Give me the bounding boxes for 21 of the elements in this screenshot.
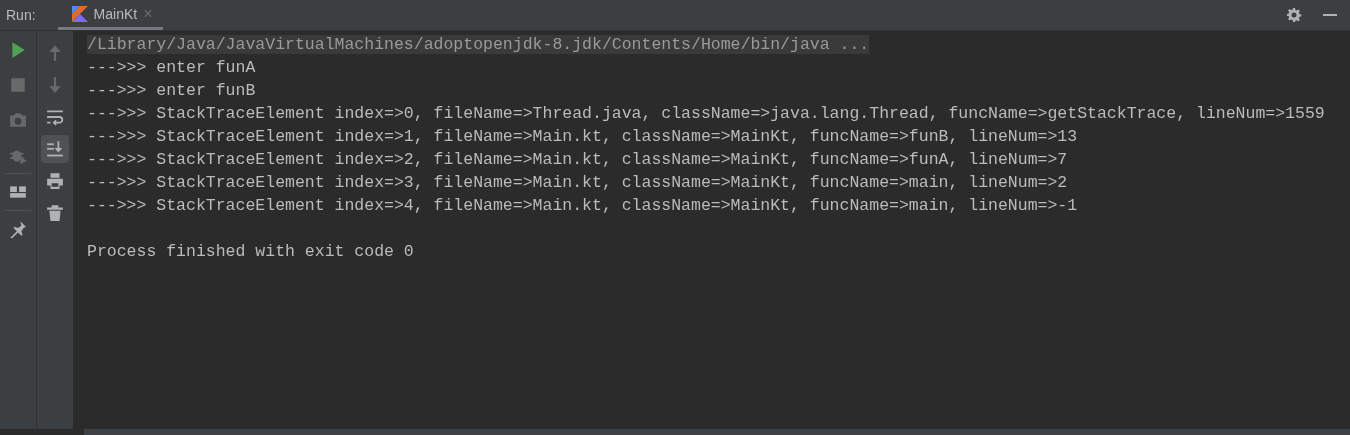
console-line: --->>> StackTraceElement index=>1, fileName=>Main.kt, className=>MainKt, funcName=>funB, lineNum=>13	[87, 127, 1078, 146]
pin-icon[interactable]	[9, 220, 27, 238]
play-icon[interactable]	[9, 41, 27, 59]
kotlin-icon	[71, 5, 88, 22]
console-line: --->>> enter funB	[87, 81, 256, 100]
console-line: --->>> StackTraceElement index=>4, fileName=>Main.kt, className=>MainKt, funcName=>main, lineNum=>-1	[87, 196, 1078, 215]
run-label: Run:	[5, 7, 37, 23]
run-tab[interactable]: MainKt ×	[57, 0, 163, 30]
console-line: --->>> StackTraceElement index=>2, fileName=>Main.kt, className=>MainKt, funcName=>funA, lineNum=>7	[87, 150, 1068, 169]
scroll-to-end-button[interactable]	[41, 135, 69, 163]
printer-icon	[46, 172, 64, 190]
soft-wrap-icon	[46, 108, 64, 126]
scrollbar[interactable]	[84, 429, 1350, 435]
console-line: --->>> StackTraceElement index=>0, fileName=>Thread.java, className=>java.lang.Thread, funcName=>getStackTrace, lineNum=>1559	[87, 104, 1325, 123]
layout-icon[interactable]	[9, 183, 27, 201]
settings-icon[interactable]	[1286, 7, 1302, 23]
console-line: Process finished with exit code 0	[87, 242, 414, 261]
trash-icon	[46, 204, 64, 222]
console-line: --->>> StackTraceElement index=>3, fileName=>Main.kt, className=>MainKt, funcName=>main, lineNum=>2	[87, 173, 1068, 192]
console-line: --->>> enter funA	[87, 58, 256, 77]
scroll-to-end-icon	[46, 140, 64, 158]
